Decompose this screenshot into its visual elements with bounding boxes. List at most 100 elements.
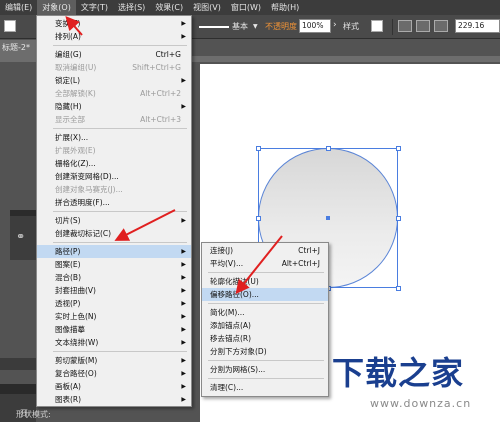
menu-item[interactable]: 连接(J) Ctrl+J	[202, 244, 328, 257]
menu-item-label: 轮廓化描边(U)	[210, 277, 259, 286]
menu-item-label: 简化(M)...	[210, 308, 245, 317]
menu-item-label: 创建裁切标记(C)	[55, 229, 112, 238]
menu-item[interactable]: 添加锚点(A)	[202, 319, 328, 332]
menubar-item[interactable]: 对象(O)	[37, 0, 76, 15]
menu-item[interactable]: 排列(A) ▶	[37, 30, 191, 43]
menu-item[interactable]: 扩展外观(E)	[37, 144, 191, 157]
menu-item-label: 透视(P)	[55, 299, 81, 308]
menu-item[interactable]: 编组(G) Ctrl+G	[37, 48, 191, 61]
document-tab[interactable]: 标题-2*	[0, 40, 36, 56]
menu-item[interactable]: 隐藏(H) ▶	[37, 100, 191, 113]
menubar-item[interactable]: 帮助(H)	[266, 0, 304, 15]
menu-item[interactable]: 路径(P) ▶	[37, 245, 191, 258]
menu-item[interactable]: 混合(B) ▶	[37, 271, 191, 284]
menu-separator	[208, 272, 324, 273]
menu-item[interactable]: 封套扭曲(V) ▶	[37, 284, 191, 297]
menubar-item[interactable]: 编辑(E)	[0, 0, 37, 15]
menu-item-label: 偏移路径(O)...	[210, 290, 259, 299]
center-point	[326, 216, 330, 220]
menu-item[interactable]: 拼合透明度(F)...	[37, 196, 191, 209]
menu-item-label: 路径(P)	[55, 247, 81, 256]
resize-handle-nw[interactable]	[256, 146, 261, 151]
opacity-field[interactable]: 100%	[299, 19, 331, 33]
resize-handle-se[interactable]	[396, 286, 401, 291]
menu-item[interactable]: 取消编组(U) Shift+Ctrl+G	[37, 61, 191, 74]
menu-item-shortcut: Alt+Ctrl+2	[140, 89, 181, 98]
watermark-url: www.downza.cn	[370, 397, 472, 410]
resize-handle-e[interactable]	[396, 216, 401, 221]
menu-item[interactable]: 创建对象马赛克(J)...	[37, 183, 191, 196]
menu-item[interactable]: 画板(A) ▶	[37, 380, 191, 393]
resize-handle-ne[interactable]	[396, 146, 401, 151]
menubar-item[interactable]: 视图(V)	[188, 0, 226, 15]
menu-item[interactable]: 实时上色(N) ▶	[37, 310, 191, 323]
menu-item[interactable]: 偏移路径(O)...	[202, 288, 328, 301]
stroke-style-label[interactable]: 基本	[232, 21, 248, 32]
style-swatch[interactable]	[371, 20, 383, 32]
menu-item-label: 全部解锁(K)	[55, 89, 96, 98]
menu-item-label: 编组(G)	[55, 50, 82, 59]
menu-item[interactable]: 清理(C)...	[202, 381, 328, 394]
opacity-label[interactable]: 不透明度	[265, 21, 297, 32]
chevron-down-icon[interactable]: ▼	[253, 23, 258, 30]
submenu-arrow-icon: ▶	[181, 77, 186, 84]
shape-mode-label: 形状模式:	[16, 410, 51, 419]
menu-item-label: 复合路径(O)	[55, 369, 97, 378]
menu-item[interactable]: 分割为网格(S)...	[202, 363, 328, 376]
menu-item[interactable]: 图表(R) ▶	[37, 393, 191, 406]
menu-item-label: 实时上色(N)	[55, 312, 97, 321]
menu-item-label: 隐藏(H)	[55, 102, 82, 111]
menu-item[interactable]: 复合路径(O) ▶	[37, 367, 191, 380]
menu-item[interactable]: 显示全部 Alt+Ctrl+3	[37, 113, 191, 126]
menu-item[interactable]: 全部解锁(K) Alt+Ctrl+2	[37, 87, 191, 100]
transform-icon[interactable]	[416, 20, 430, 32]
menu-item-label: 扩展外观(E)	[55, 146, 96, 155]
menu-separator	[53, 242, 187, 243]
menu-item[interactable]: 扩展(X)...	[37, 131, 191, 144]
menu-item[interactable]: 移去锚点(R)	[202, 332, 328, 345]
menu-item-label: 混合(B)	[55, 273, 81, 282]
menu-separator	[208, 378, 324, 379]
menu-item[interactable]: 轮廓化描边(U)	[202, 275, 328, 288]
menu-item[interactable]: 图像描摹 ▶	[37, 323, 191, 336]
submenu-arrow-icon: ▶	[181, 339, 186, 346]
menu-item[interactable]: 文本绕排(W) ▶	[37, 336, 191, 349]
object-menu: 变换(T) ▶ 排列(A) ▶ 编组(G) Ctrl+G 取消编组(U) Shift+Ctrl…	[36, 15, 192, 407]
menu-item[interactable]: 创建渐变网格(D)...	[37, 170, 191, 183]
menu-item-label: 移去锚点(R)	[210, 334, 252, 343]
menu-item-label: 锁定(L)	[55, 76, 81, 85]
menu-item[interactable]: 变换(T) ▶	[37, 17, 191, 30]
x-coordinate-field[interactable]: 229.16	[455, 19, 500, 33]
align-icon[interactable]	[398, 20, 412, 32]
menu-item-label: 变换(T)	[55, 19, 81, 28]
menu-item[interactable]: 图案(E) ▶	[37, 258, 191, 271]
menu-item[interactable]: 分割下方对象(D)	[202, 345, 328, 358]
menu-item[interactable]: 平均(V)... Alt+Ctrl+J	[202, 257, 328, 270]
menu-item[interactable]: 创建裁切标记(C)	[37, 227, 191, 240]
collapsed-panel[interactable]: ⚭	[10, 210, 36, 260]
submenu-arrow-icon: ▶	[181, 287, 186, 294]
resize-handle-w[interactable]	[256, 216, 261, 221]
menu-item[interactable]: 透视(P) ▶	[37, 297, 191, 310]
link-icon[interactable]: ⚭	[16, 230, 25, 243]
menu-item-label: 扩展(X)...	[55, 133, 89, 142]
fill-swatch[interactable]	[4, 20, 16, 32]
menu-item[interactable]: 切片(S) ▶	[37, 214, 191, 227]
menubar-item[interactable]: 窗口(W)	[226, 0, 266, 15]
menu-separator	[53, 351, 187, 352]
menu-item[interactable]: 剪切蒙版(M) ▶	[37, 354, 191, 367]
menu-item[interactable]: 简化(M)...	[202, 306, 328, 319]
menu-separator	[53, 211, 187, 212]
resize-handle-n[interactable]	[326, 146, 331, 151]
reference-point-icon[interactable]	[434, 20, 448, 32]
menu-item[interactable]: 锁定(L) ▶	[37, 74, 191, 87]
menubar-item[interactable]: 选择(S)	[113, 0, 150, 15]
submenu-arrow-icon: ▶	[181, 357, 186, 364]
menubar-item[interactable]: 效果(C)	[150, 0, 188, 15]
submenu-arrow-icon: ▶	[181, 261, 186, 268]
stroke-preview[interactable]	[199, 26, 229, 28]
menubar-item[interactable]: 文字(T)	[76, 0, 113, 15]
chevron-right-icon[interactable]: ›	[333, 20, 337, 30]
menu-item[interactable]: 栅格化(Z)...	[37, 157, 191, 170]
menu-item-label: 显示全部	[55, 115, 85, 124]
